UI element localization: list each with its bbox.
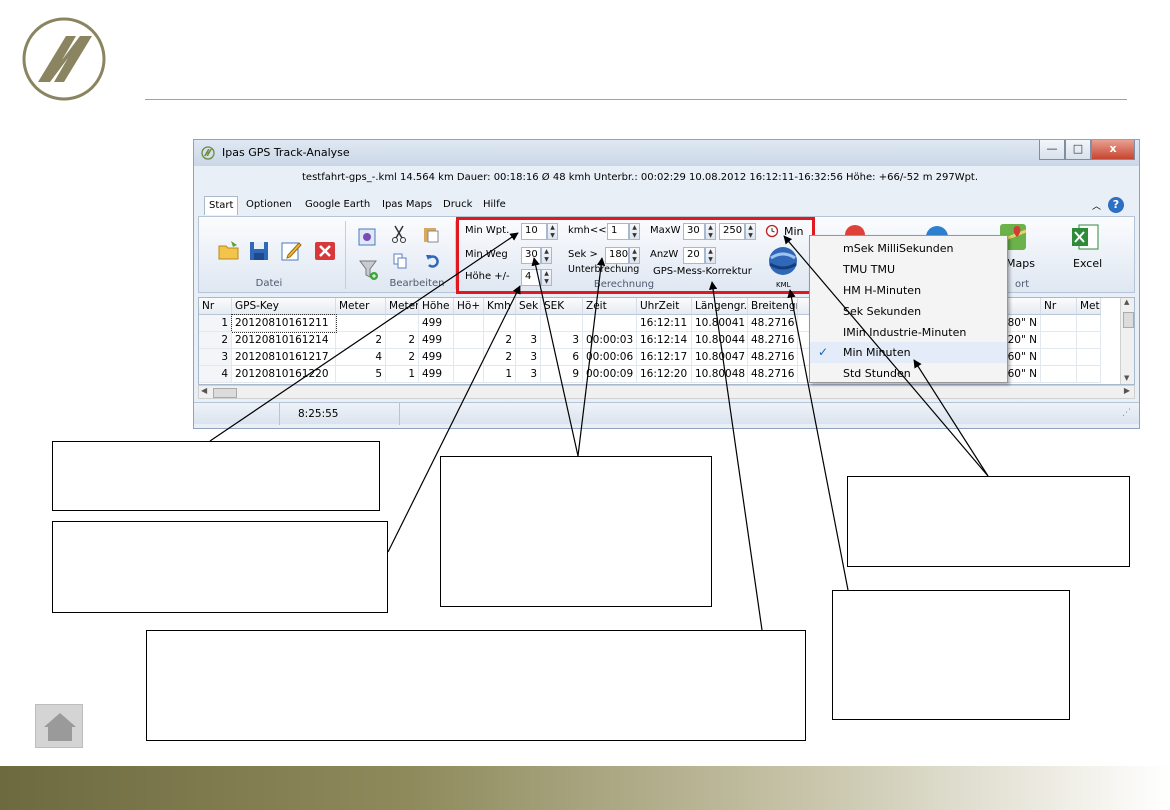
arrow-kmh — [577, 257, 606, 457]
arrow-min-wpt — [209, 232, 519, 442]
arrow-hoehe — [387, 285, 521, 553]
arrow-minuten — [913, 359, 989, 477]
arrow-korrektur — [708, 281, 763, 631]
annotation-arrows — [209, 232, 989, 631]
arrow-kml — [787, 289, 849, 591]
arrow-min-weg — [531, 257, 579, 457]
arrow-min-unit — [783, 235, 989, 477]
